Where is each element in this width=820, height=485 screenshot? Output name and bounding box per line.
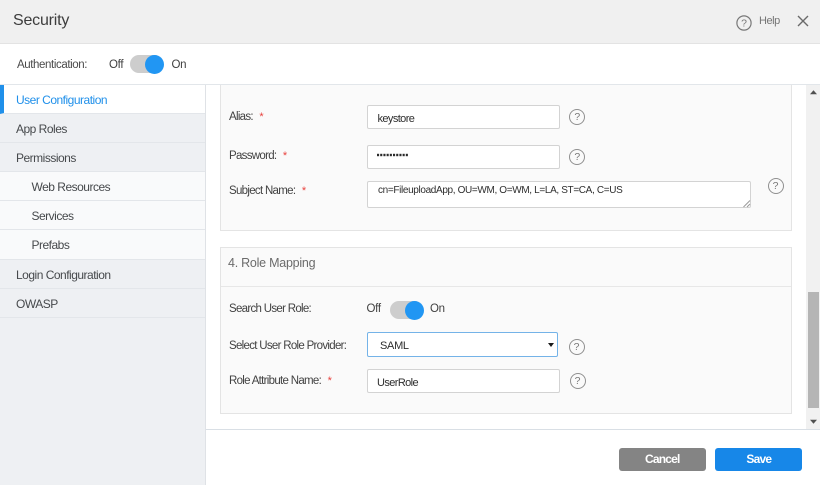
svg-text:?: ? bbox=[741, 17, 747, 29]
